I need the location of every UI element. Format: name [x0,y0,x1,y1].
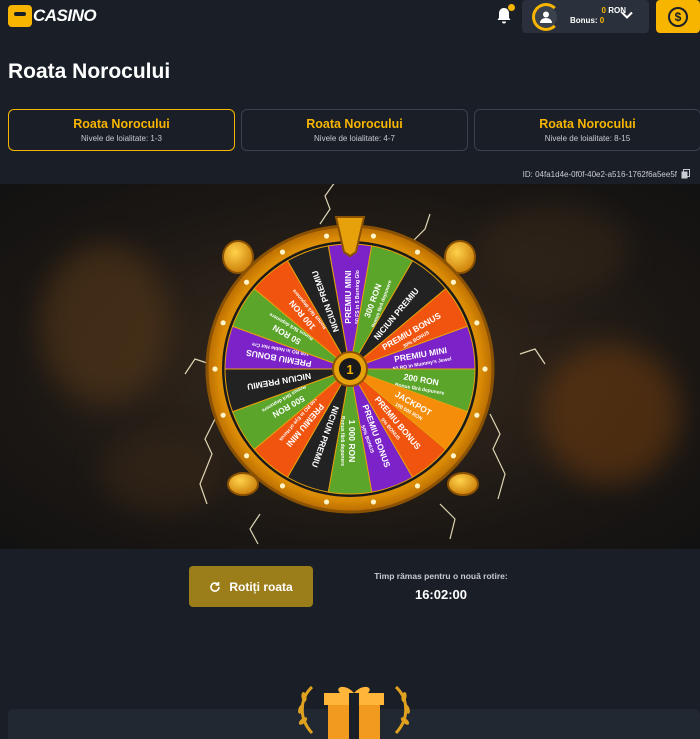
tab-subtitle: Nivele de loialitate: 1-3 [81,134,162,143]
rim-bulb [474,412,480,418]
page-title: Roata Norocului [8,60,171,83]
deposit-button[interactable]: $ [656,0,700,33]
tab-title: Roata Norocului [539,117,636,131]
rim-bulb [279,249,286,255]
spin-timer: Timp rămas pentru o nouă rotire: 16:02:0… [356,571,526,602]
segment-label-group: 1 000 RONBonus fără depunere [339,416,357,466]
wheel-center-label: 1 [346,362,353,377]
tab-subtitle: Nivele de loialitate: 8-15 [544,134,631,143]
rim-bulb [220,412,226,418]
user-icon [540,11,552,23]
rim-bulb [370,499,377,505]
spin-wheel-button[interactable]: Rotiți roata [189,566,313,607]
avatar [532,3,560,31]
chevron-down-icon[interactable] [620,8,634,22]
tab-title: Roata Norocului [73,117,170,131]
rim-bulb [474,320,480,326]
logo-text: CASINO [33,6,97,25]
rim-bulb [323,499,330,505]
wheel-id-text: ID: 04fa1d4e-0f0f-40e2-a516-1762f6a5ee5f [522,169,677,179]
tab-levels-8-15[interactable]: Roata Norocului Nivele de loialitate: 8-… [474,109,700,151]
rim-bulb [323,233,330,239]
gift-box-icon [298,685,410,739]
casino-logo[interactable]: CASINO [8,5,97,27]
wheel-level-tabs: Roata Norocului Nivele de loialitate: 1-… [8,109,700,151]
rim-bulb [414,483,421,489]
refresh-icon [210,581,221,592]
tab-levels-4-7[interactable]: Roata Norocului Nivele de loialitate: 4-… [241,109,468,151]
rim-bulb [279,483,286,489]
balance-amount: 0 [601,6,606,15]
copy-icon[interactable] [681,169,690,179]
rim-bulb [414,249,421,255]
spin-button-label: Rotiți roata [229,579,293,594]
segment-title: 1 000 RON [347,420,357,463]
wheel-id: ID: 04fa1d4e-0f0f-40e2-a516-1762f6a5ee5f [523,169,690,179]
segment-title: PREMIU MINI [343,270,353,323]
rim-bulb [243,453,250,459]
segment-label-group: PREMIU MINI 50 FS in 5 Burning Glo [343,270,361,324]
bonus-amount: 0 [599,16,605,25]
rim-bulb [450,453,457,459]
rim-bulb [370,233,377,239]
top-header: CASINO 0 RON Bonus: 0 $ [0,0,700,34]
fortune-wheel[interactable]: PREMIU MINI 50 FS in 5 Burning Glo 300 RON… [0,184,700,549]
rim-bulb [482,366,488,372]
dollar-coin-icon: $ [668,7,688,27]
timer-value: 16:02:00 [414,587,468,602]
rim-bulb [220,320,226,326]
tab-levels-1-3[interactable]: Roata Norocului Nivele de loialitate: 1-… [8,109,235,151]
timer-label: Timp rămas pentru o nouă rotire: [374,571,508,581]
tab-title: Roata Norocului [306,117,403,131]
balance-info: 0 RON Bonus: 0 [570,6,626,26]
notification-dot [508,4,515,11]
wheel-stage: PREMIU MINI 50 FS in 5 Burning Glo 300 RON… [0,184,700,549]
account-menu[interactable]: 0 RON Bonus: 0 [522,0,649,33]
tab-subtitle: Nivele de loialitate: 4-7 [314,134,395,143]
rim-bulb [212,366,218,372]
bonus-label: Bonus: [570,16,598,25]
logo-mark-icon [8,5,32,27]
rim-bulb [243,279,250,285]
rim-bulb [450,279,457,285]
